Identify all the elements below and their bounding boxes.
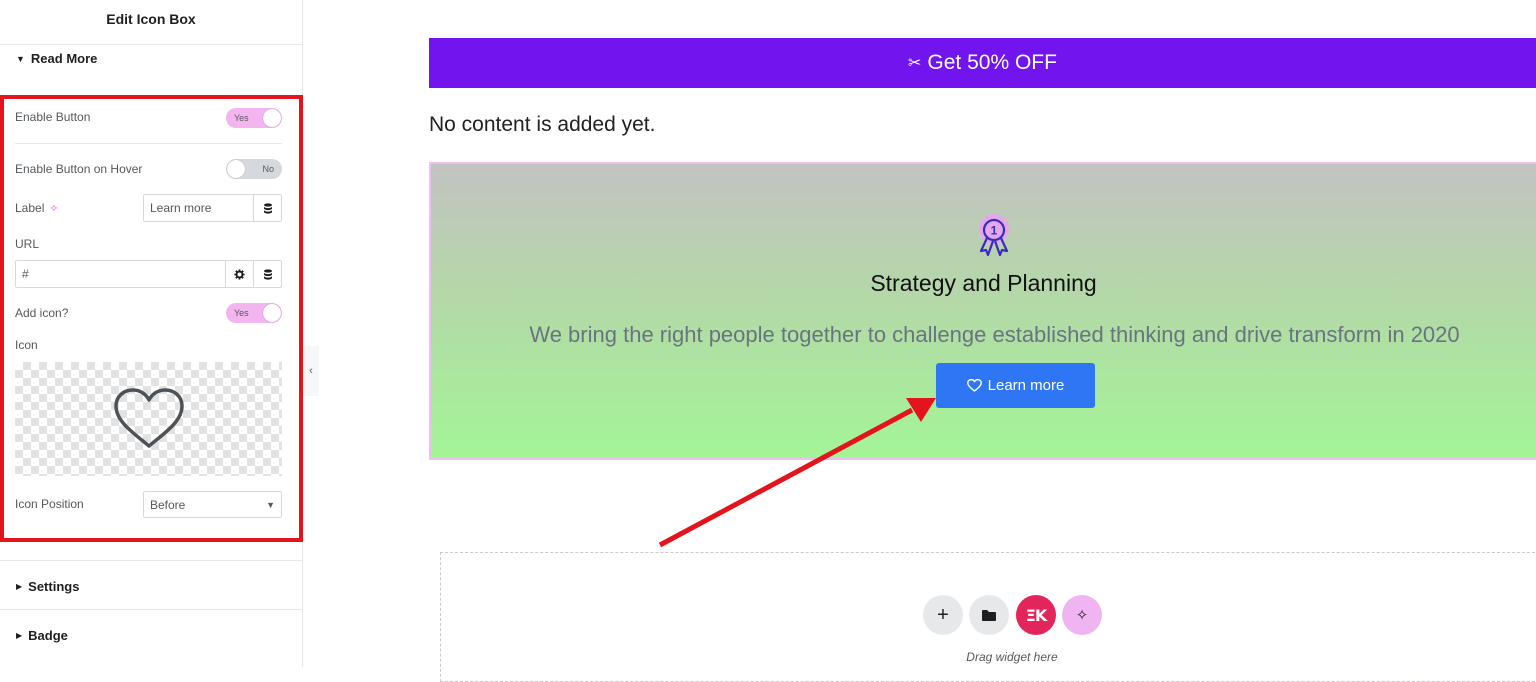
link-options-gear-icon[interactable] xyxy=(225,261,253,287)
heart-icon xyxy=(966,379,982,392)
scissors-icon: ✂ xyxy=(908,55,922,72)
label-input[interactable]: Learn more xyxy=(143,194,282,222)
icon-position-value: Before xyxy=(150,497,186,512)
promo-text: Get 50% OFF xyxy=(927,51,1057,74)
url-input[interactable]: # xyxy=(15,260,282,288)
icon-picker-preview[interactable] xyxy=(15,362,282,476)
section-divider xyxy=(0,560,303,561)
section-read-more-label: Read More xyxy=(30,51,98,66)
learn-more-button[interactable]: Learn more xyxy=(936,363,1095,408)
enable-button-hover-switch-text: No xyxy=(262,164,274,174)
chevron-left-icon: ‹ xyxy=(309,365,313,377)
editor-panel: Edit Icon Box ▼ Read More Enable Button … xyxy=(0,0,303,667)
section-badge-label: Badge xyxy=(28,628,68,643)
ai-sparkle-icon: ✧ xyxy=(1075,607,1089,624)
divider xyxy=(15,143,282,144)
panel-title: Edit Icon Box xyxy=(106,11,196,27)
switch-knob xyxy=(227,160,245,178)
ai-assistant-button[interactable]: ✧ xyxy=(1062,595,1102,635)
add-section-button[interactable]: + xyxy=(923,595,963,635)
icon-label: Icon xyxy=(15,338,38,352)
dynamic-tags-icon[interactable] xyxy=(253,195,281,221)
add-icon: + xyxy=(937,604,949,626)
enable-button-switch[interactable]: Yes xyxy=(226,108,282,128)
switch-knob xyxy=(263,109,281,127)
award-ribbon-icon: 1 xyxy=(974,214,1014,258)
template-library-button[interactable] xyxy=(969,595,1009,635)
label-input-value[interactable]: Learn more xyxy=(144,201,253,215)
caret-down-icon: ▼ xyxy=(16,53,25,64)
elementskit-button[interactable]: ΞK xyxy=(1016,595,1056,635)
label-field-label: Label ✧ xyxy=(15,201,59,215)
url-label: URL xyxy=(15,237,40,251)
icon-box-description: We bring the right people together to ch… xyxy=(529,322,1460,347)
promo-bar[interactable]: ✂ Get 50% OFF xyxy=(429,38,1536,88)
section-settings-label: Settings xyxy=(28,579,80,594)
icon-box-title: Strategy and Planning xyxy=(870,270,1097,296)
add-icon-switch[interactable]: Yes xyxy=(226,303,282,323)
dynamic-tags-icon[interactable] xyxy=(253,261,281,287)
panel-header: Edit Icon Box xyxy=(0,0,302,45)
switch-knob xyxy=(263,304,281,322)
section-badge-toggle[interactable]: ▶ Badge xyxy=(16,628,68,643)
heart-outline-icon xyxy=(113,388,184,448)
ai-sparkle-icon[interactable]: ✧ xyxy=(49,202,58,215)
chevron-down-icon: ▼ xyxy=(266,499,275,510)
section-divider xyxy=(0,609,303,610)
url-input-value[interactable]: # xyxy=(16,267,225,281)
icon-position-label: Icon Position xyxy=(15,497,84,511)
svg-text:1: 1 xyxy=(991,224,998,238)
icon-position-select[interactable]: Before ▼ xyxy=(143,491,282,518)
enable-button-switch-text: Yes xyxy=(234,113,249,123)
label-field-text: Label xyxy=(15,201,45,215)
section-settings-toggle[interactable]: ▶ Settings xyxy=(16,579,79,594)
caret-right-icon: ▶ xyxy=(16,582,23,591)
icon-box-widget[interactable]: 1 Strategy and Planning We bring the rig… xyxy=(429,162,1536,460)
add-icon-switch-text: Yes xyxy=(234,308,249,318)
caret-right-icon: ▶ xyxy=(16,631,23,640)
section-read-more-toggle[interactable]: ▼ Read More xyxy=(16,51,97,66)
add-icon-label: Add icon? xyxy=(15,306,69,320)
enable-button-hover-switch[interactable]: No xyxy=(226,159,282,179)
learn-more-label: Learn more xyxy=(987,377,1065,394)
panel-collapse-button[interactable]: ‹ xyxy=(303,346,319,396)
elementskit-icon: ΞK xyxy=(1025,605,1047,625)
drop-zone-label: Drag widget here xyxy=(966,650,1058,664)
enable-button-label: Enable Button xyxy=(15,110,91,124)
enable-button-hover-label: Enable Button on Hover xyxy=(15,162,143,176)
folder-icon xyxy=(982,609,996,621)
no-content-message: No content is added yet. xyxy=(429,113,656,136)
